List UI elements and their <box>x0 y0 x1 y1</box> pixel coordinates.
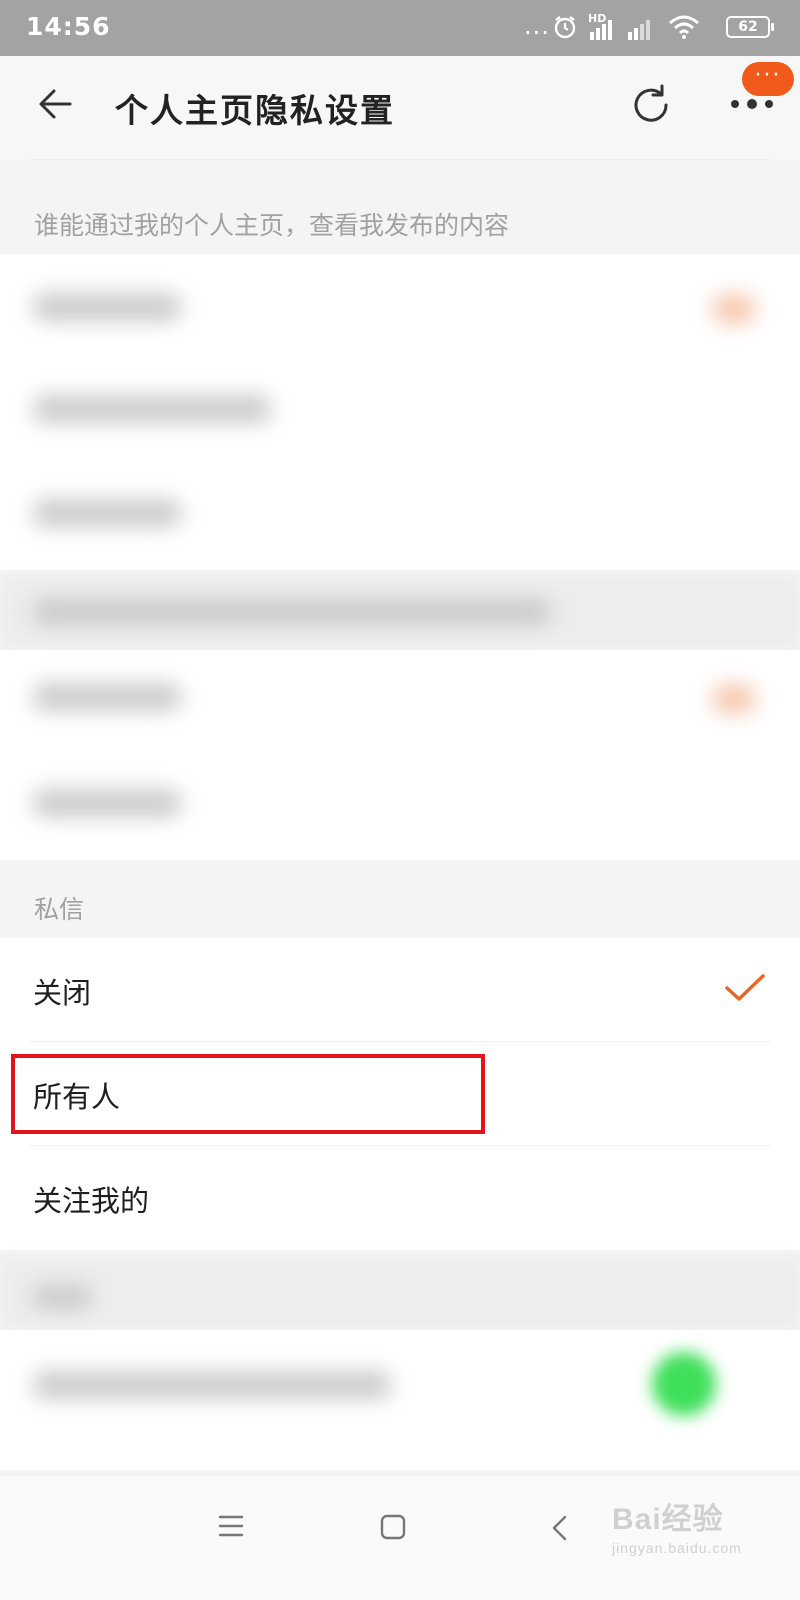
blurred-settings-group-1 <box>0 254 800 570</box>
blurred-row-label <box>32 788 182 818</box>
wifi-icon <box>669 15 699 39</box>
more-dots-icon[interactable] <box>730 98 774 110</box>
signal-icon <box>590 20 612 40</box>
arrow-left-icon[interactable] <box>36 84 76 124</box>
blurred-section-header <box>0 1258 800 1328</box>
blurred-settings-group-2 <box>0 650 800 860</box>
notification-badge: ··· <box>742 62 794 96</box>
dm-section-label: 私信 <box>34 895 85 924</box>
blurred-row-label <box>32 1370 392 1400</box>
blurred-row-label <box>32 682 182 712</box>
signal-2-icon <box>628 20 650 40</box>
alarm-icon <box>554 16 576 39</box>
highlight-box <box>11 1054 485 1134</box>
header-divider <box>30 159 770 160</box>
status-time: 14:56 <box>26 12 111 41</box>
dm-option-followers[interactable]: 关注我的 <box>0 1146 800 1250</box>
option-label: 关注我的 <box>33 1184 150 1218</box>
blurred-section-label <box>32 1284 92 1310</box>
blurred-toggle-row <box>0 1330 800 1470</box>
blurred-check <box>712 294 756 324</box>
battery-indicator: 62 <box>726 16 774 38</box>
blurred-section-label <box>32 598 552 626</box>
home-square-icon[interactable] <box>380 1514 406 1540</box>
blurred-row-label <box>32 292 182 322</box>
blurred-row-label <box>32 394 272 424</box>
status-bar: 14:56 ... HD 62 <box>0 0 800 56</box>
menu-icon[interactable] <box>218 1514 244 1538</box>
option-label: 关闭 <box>33 976 92 1010</box>
blurred-check <box>712 684 756 714</box>
top-app-bar: 个人主页隐私设置 ··· <box>0 56 800 160</box>
checkmark-icon <box>725 974 765 1001</box>
refresh-icon[interactable] <box>628 82 674 128</box>
watermark: Bai经验 jingyan.baidu.com <box>612 1494 742 1556</box>
blurred-row-label <box>32 498 182 528</box>
chevron-left-icon[interactable] <box>550 1514 570 1542</box>
notification-dots: ... <box>524 12 550 40</box>
blurred-toggle <box>652 1352 716 1416</box>
watermark-url: jingyan.baidu.com <box>612 1540 742 1556</box>
page-title: 个人主页隐私设置 <box>115 91 395 130</box>
dm-option-off[interactable]: 关闭 <box>0 938 800 1042</box>
watermark-logo: Bai经验 <box>612 1503 724 1536</box>
posts-visibility-label: 谁能通过我的个人主页，查看我发布的内容 <box>34 211 510 240</box>
